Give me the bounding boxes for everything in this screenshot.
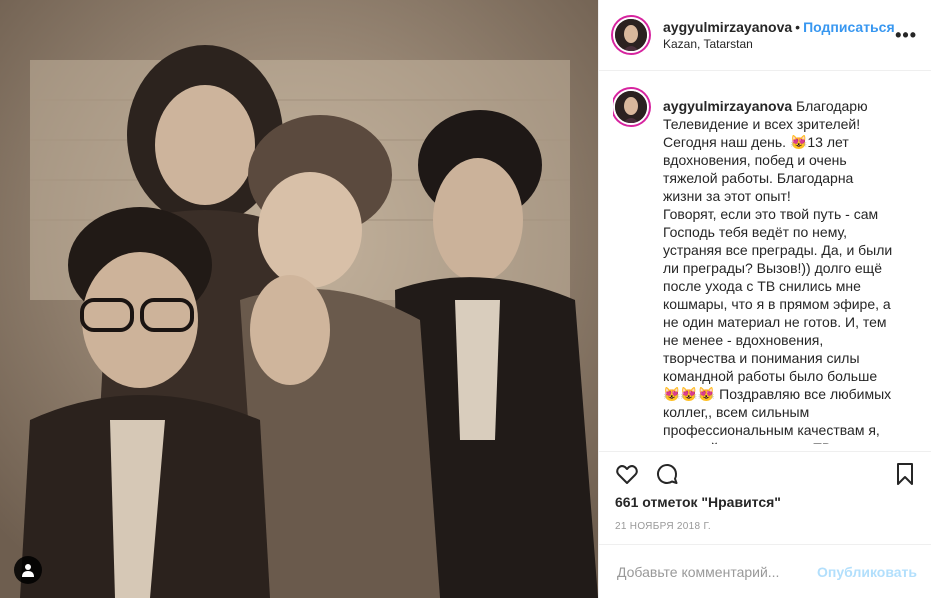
avatar-image <box>615 91 647 123</box>
follow-button[interactable]: Подписаться <box>803 19 895 35</box>
caption-username-link[interactable]: aygyulmirzayanova <box>663 98 792 114</box>
caption-avatar[interactable] <box>613 89 649 125</box>
avatar-image <box>615 19 647 51</box>
caption: aygyulmirzayanova Благодарю Телевидение … <box>613 84 921 444</box>
caption-body: Благодарю Телевидение и всех зрителей! С… <box>663 98 893 444</box>
post-header-text: aygyulmirzayanova • Подписаться Kazan, Tat… <box>663 19 895 52</box>
location-link[interactable]: Kazan, Tatarstan <box>663 36 895 52</box>
user-tag-button[interactable] <box>14 556 42 584</box>
avatar[interactable] <box>613 17 649 53</box>
likes-count[interactable]: 661 отметок "Нравится" <box>615 494 781 510</box>
instagram-post-view: aygyulmirzayanova • Подписаться Kazan, Tat… <box>0 0 931 598</box>
comment-button[interactable] <box>653 460 681 488</box>
post-date[interactable]: 21 ноября 2018 г. <box>615 521 711 532</box>
post-header: aygyulmirzayanova • Подписаться Kazan, Tat… <box>599 0 931 71</box>
comment-form: Опубликовать <box>599 544 931 598</box>
post-photo[interactable] <box>0 0 598 598</box>
bookmark-icon <box>897 463 913 485</box>
post-sidebar: aygyulmirzayanova • Подписаться Kazan, Tat… <box>598 0 931 598</box>
caption-text-block: aygyulmirzayanova Благодарю Телевидение … <box>663 97 893 444</box>
comment-input[interactable] <box>615 562 818 581</box>
action-bar <box>599 451 931 496</box>
like-button[interactable] <box>613 460 641 488</box>
user-tag-icon <box>22 564 34 577</box>
sepia-group-photo <box>0 0 598 598</box>
more-options-button[interactable]: ••• <box>895 26 917 44</box>
publish-button[interactable]: Опубликовать <box>817 564 917 580</box>
heart-icon <box>616 465 638 484</box>
comment-icon <box>657 464 678 484</box>
save-button[interactable] <box>891 460 919 488</box>
separator-dot: • <box>795 18 801 35</box>
username-link[interactable]: aygyulmirzayanova <box>663 19 792 35</box>
